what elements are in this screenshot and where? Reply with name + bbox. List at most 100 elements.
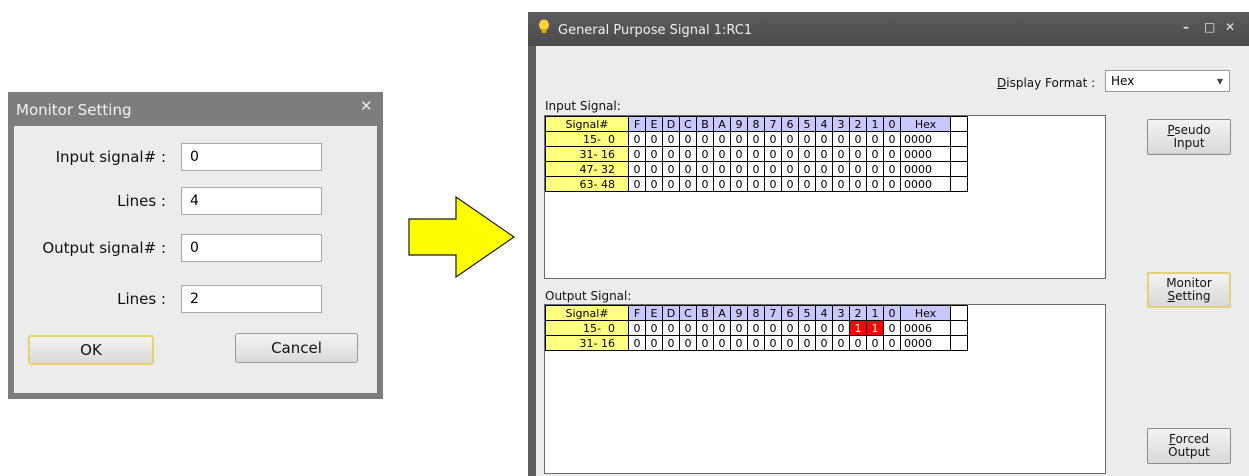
bit-cell[interactable]: 0 bbox=[713, 176, 731, 192]
cancel-button[interactable]: Cancel bbox=[235, 333, 358, 363]
bit-cell[interactable]: 0 bbox=[815, 146, 833, 162]
bit-cell[interactable]: 0 bbox=[781, 161, 799, 177]
bit-cell[interactable]: 0 bbox=[866, 161, 884, 177]
bit-cell[interactable]: 0 bbox=[883, 131, 901, 147]
bit-cell[interactable]: 0 bbox=[730, 320, 748, 336]
bit-cell[interactable]: 0 bbox=[713, 320, 731, 336]
bit-cell[interactable]: 0 bbox=[798, 131, 816, 147]
bit-cell[interactable]: 0 bbox=[747, 131, 765, 147]
bit-cell[interactable]: 0 bbox=[696, 320, 714, 336]
bit-cell[interactable]: 0 bbox=[628, 146, 646, 162]
bit-cell[interactable]: 0 bbox=[764, 146, 782, 162]
bit-cell[interactable]: 0 bbox=[747, 320, 765, 336]
bit-cell[interactable]: 0 bbox=[713, 335, 731, 351]
dialog-titlebar[interactable]: Monitor Setting ✕ bbox=[8, 92, 383, 126]
bit-cell[interactable]: 0 bbox=[866, 176, 884, 192]
bit-cell[interactable]: 0 bbox=[798, 146, 816, 162]
bit-cell[interactable]: 0 bbox=[849, 146, 867, 162]
bit-cell[interactable]: 0 bbox=[662, 176, 680, 192]
bit-cell[interactable]: 0 bbox=[747, 176, 765, 192]
bit-cell[interactable]: 0 bbox=[662, 335, 680, 351]
bit-cell[interactable]: 0 bbox=[798, 335, 816, 351]
bit-cell[interactable]: 0 bbox=[645, 320, 663, 336]
bit-cell[interactable]: 0 bbox=[713, 131, 731, 147]
bit-cell[interactable]: 0 bbox=[883, 176, 901, 192]
bit-cell[interactable]: 0 bbox=[764, 176, 782, 192]
bit-cell[interactable]: 0 bbox=[781, 176, 799, 192]
bit-cell[interactable]: 0 bbox=[883, 161, 901, 177]
bit-cell[interactable]: 0 bbox=[662, 131, 680, 147]
bit-cell[interactable]: 0 bbox=[849, 335, 867, 351]
bit-cell[interactable]: 0 bbox=[781, 131, 799, 147]
bit-cell[interactable]: 0 bbox=[679, 146, 697, 162]
bit-cell[interactable]: 0 bbox=[815, 335, 833, 351]
bit-cell[interactable]: 0 bbox=[815, 176, 833, 192]
bit-cell[interactable]: 0 bbox=[713, 146, 731, 162]
bit-cell[interactable]: 0 bbox=[849, 176, 867, 192]
chevron-down-icon[interactable]: ▼ bbox=[1217, 77, 1223, 86]
bit-cell[interactable]: 0 bbox=[645, 176, 663, 192]
bit-cell[interactable]: 0 bbox=[679, 131, 697, 147]
bit-cell[interactable]: 0 bbox=[798, 320, 816, 336]
bit-cell[interactable]: 0 bbox=[662, 161, 680, 177]
bit-cell[interactable]: 1 bbox=[866, 320, 884, 336]
bit-cell[interactable]: 0 bbox=[747, 161, 765, 177]
bit-cell[interactable]: 0 bbox=[781, 146, 799, 162]
pseudo-input-button[interactable]: Pseudo Input bbox=[1147, 119, 1231, 155]
maximize-icon[interactable]: □ bbox=[1204, 20, 1215, 34]
window-titlebar[interactable]: General Purpose Signal 1:RC1 – □ ✕ bbox=[528, 12, 1249, 46]
bit-cell[interactable]: 0 bbox=[832, 320, 850, 336]
bit-cell[interactable]: 0 bbox=[662, 146, 680, 162]
bit-cell[interactable]: 0 bbox=[645, 131, 663, 147]
bit-cell[interactable]: 0 bbox=[815, 131, 833, 147]
bit-cell[interactable]: 0 bbox=[696, 161, 714, 177]
bit-cell[interactable]: 0 bbox=[628, 131, 646, 147]
bit-cell[interactable]: 0 bbox=[713, 161, 731, 177]
bit-cell[interactable]: 0 bbox=[730, 161, 748, 177]
bit-cell[interactable]: 0 bbox=[764, 161, 782, 177]
bit-cell[interactable]: 0 bbox=[849, 131, 867, 147]
bit-cell[interactable]: 0 bbox=[730, 176, 748, 192]
bit-cell[interactable]: 0 bbox=[679, 161, 697, 177]
bit-cell[interactable]: 0 bbox=[883, 335, 901, 351]
bit-cell[interactable]: 0 bbox=[645, 335, 663, 351]
output-lines-field[interactable] bbox=[181, 285, 322, 313]
bit-cell[interactable]: 0 bbox=[645, 146, 663, 162]
bit-cell[interactable]: 0 bbox=[696, 335, 714, 351]
bit-cell[interactable]: 0 bbox=[628, 161, 646, 177]
ok-button[interactable]: OK bbox=[28, 335, 154, 365]
bit-cell[interactable]: 0 bbox=[730, 146, 748, 162]
bit-cell[interactable]: 0 bbox=[696, 146, 714, 162]
close-icon[interactable]: ✕ bbox=[360, 97, 373, 115]
minimize-icon[interactable]: – bbox=[1183, 20, 1189, 34]
bit-cell[interactable]: 0 bbox=[645, 161, 663, 177]
bit-cell[interactable]: 0 bbox=[832, 131, 850, 147]
bit-cell[interactable]: 0 bbox=[764, 320, 782, 336]
bit-cell[interactable]: 0 bbox=[832, 161, 850, 177]
bit-cell[interactable]: 0 bbox=[798, 161, 816, 177]
bit-cell[interactable]: 0 bbox=[696, 176, 714, 192]
output-signal-field[interactable] bbox=[181, 234, 322, 262]
bit-cell[interactable]: 0 bbox=[866, 131, 884, 147]
bit-cell[interactable]: 0 bbox=[849, 161, 867, 177]
bit-cell[interactable]: 0 bbox=[883, 146, 901, 162]
bit-cell[interactable]: 0 bbox=[628, 335, 646, 351]
bit-cell[interactable]: 0 bbox=[662, 320, 680, 336]
bit-cell[interactable]: 0 bbox=[781, 320, 799, 336]
bit-cell[interactable]: 0 bbox=[883, 320, 901, 336]
bit-cell[interactable]: 0 bbox=[815, 320, 833, 336]
close-window-icon[interactable]: ✕ bbox=[1225, 20, 1235, 34]
bit-cell[interactable]: 0 bbox=[696, 131, 714, 147]
bit-cell[interactable]: 0 bbox=[679, 335, 697, 351]
bit-cell[interactable]: 0 bbox=[815, 161, 833, 177]
bit-cell[interactable]: 0 bbox=[730, 131, 748, 147]
bit-cell[interactable]: 0 bbox=[747, 335, 765, 351]
bit-cell[interactable]: 0 bbox=[866, 146, 884, 162]
bit-cell[interactable]: 0 bbox=[679, 320, 697, 336]
bit-cell[interactable]: 0 bbox=[764, 335, 782, 351]
bit-cell[interactable]: 0 bbox=[832, 335, 850, 351]
monitor-setting-button[interactable]: Monitor Setting bbox=[1147, 272, 1231, 308]
bit-cell[interactable]: 0 bbox=[730, 335, 748, 351]
bit-cell[interactable]: 0 bbox=[832, 176, 850, 192]
bit-cell[interactable]: 0 bbox=[679, 176, 697, 192]
